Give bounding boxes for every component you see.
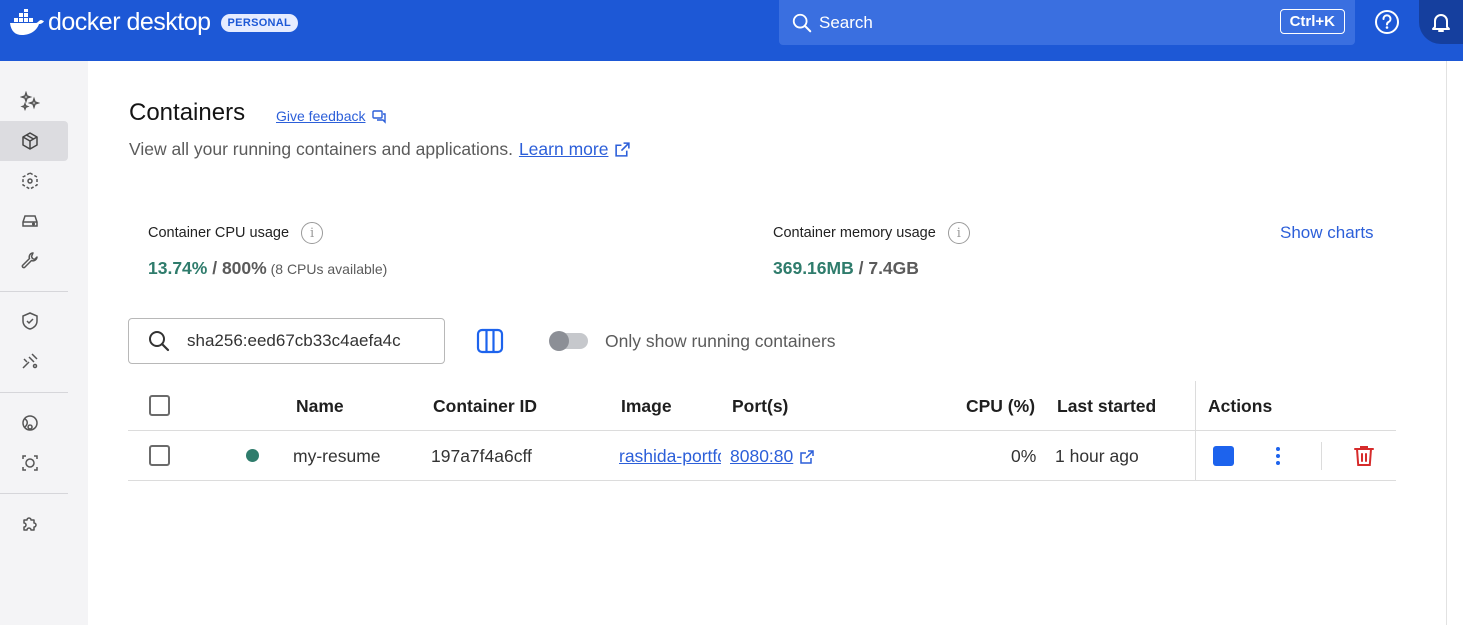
table-divider — [128, 430, 1396, 431]
search-shortcut: Ctrl+K — [1279, 9, 1345, 34]
scan-icon — [22, 455, 38, 471]
running-only-toggle[interactable] — [549, 331, 588, 351]
memory-total: / 7.4GB — [853, 258, 919, 278]
learn-more-link[interactable]: Learn more — [519, 139, 609, 160]
shield-icon — [22, 312, 38, 330]
sidebar-item-extensions[interactable] — [0, 504, 68, 544]
column-header-image[interactable]: Image — [621, 396, 672, 417]
sidebar-item-volumes[interactable] — [0, 201, 68, 241]
help-icon[interactable] — [1373, 8, 1401, 36]
brand-name: docker desktop — [48, 8, 211, 36]
feedback-icon — [371, 110, 386, 124]
row-checkbox[interactable] — [149, 445, 170, 466]
give-feedback-link[interactable]: Give feedback — [276, 108, 387, 124]
cpu-usage-label: Container CPU usage i — [148, 222, 324, 244]
search-input[interactable] — [187, 331, 417, 351]
column-header-actions: Actions — [1208, 396, 1273, 416]
sidebar — [0, 61, 88, 625]
content-border — [1446, 61, 1447, 625]
external-link-icon — [800, 449, 815, 464]
page-subtitle: View all your running containers and app… — [129, 139, 631, 160]
memory-usage-value: 369.16MB / 7.4GB — [773, 258, 919, 279]
container-id: 197a7f4a6cff — [431, 446, 532, 466]
actions-divider — [1321, 442, 1322, 470]
search-icon — [792, 13, 812, 32]
puzzle-icon — [23, 517, 37, 531]
column-header-last-started[interactable]: Last started — [1057, 396, 1156, 417]
columns-icon[interactable] — [476, 327, 504, 355]
column-header-ports[interactable]: Port(s) — [732, 396, 788, 417]
running-status-icon — [246, 449, 259, 462]
wrench-icon — [21, 252, 38, 269]
global-search[interactable]: Search Ctrl+K — [779, 0, 1355, 45]
show-charts-button[interactable]: Show charts — [1280, 223, 1374, 243]
memory-usage-title: Container memory usage — [773, 225, 936, 241]
info-icon[interactable]: i — [301, 222, 324, 244]
port-link[interactable]: 8080:80 — [730, 446, 815, 467]
select-all-checkbox[interactable] — [149, 395, 170, 416]
last-started: 1 hour ago — [1055, 446, 1139, 466]
sidebar-item-ask-gordon[interactable] — [0, 81, 68, 121]
sidebar-divider — [0, 291, 68, 292]
search-label: Search — [819, 12, 873, 32]
table-divider — [128, 480, 1396, 481]
sidebar-item-builds[interactable] — [0, 241, 68, 281]
column-header-container-id[interactable]: Container ID — [433, 396, 537, 417]
hub-icon — [22, 415, 38, 431]
image-link[interactable]: rashida-portfolio — [619, 446, 721, 467]
sidebar-item-images[interactable] — [0, 161, 68, 201]
sparkle-icon — [20, 91, 40, 111]
container-search[interactable] — [128, 318, 445, 364]
delete-icon[interactable] — [1353, 444, 1375, 468]
running-only-label: Only show running containers — [605, 331, 836, 351]
cube-icon — [22, 132, 38, 150]
notifications-button[interactable] — [1419, 0, 1463, 44]
sidebar-item-containers[interactable] — [0, 121, 68, 161]
cpu-value: 0% — [1011, 446, 1037, 466]
bell-icon — [1432, 14, 1450, 32]
drive-icon — [22, 215, 38, 227]
sidebar-item-docker-scout[interactable] — [0, 301, 68, 341]
cpu-usage-value: 13.74% / 800% (8 CPUs available) — [148, 258, 387, 279]
image-layers-icon — [22, 172, 38, 190]
page-title: Containers — [129, 99, 246, 126]
column-header-cpu[interactable]: CPU (%) — [966, 396, 1035, 417]
sidebar-divider — [0, 493, 68, 494]
give-feedback-label: Give feedback — [276, 108, 366, 124]
stop-button[interactable] — [1213, 446, 1234, 466]
cpu-total: / 800% — [207, 258, 267, 278]
docker-logo[interactable]: docker desktop PERSONAL — [8, 8, 299, 37]
column-header-name[interactable]: Name — [296, 396, 344, 417]
more-options-icon[interactable] — [1268, 444, 1288, 468]
sidebar-divider — [0, 392, 68, 393]
sidebar-item-scout[interactable] — [0, 443, 68, 483]
top-bar: docker desktop PERSONAL Search Ctrl+K — [0, 0, 1463, 61]
toggle-knob — [549, 331, 569, 351]
plan-badge: PERSONAL — [220, 13, 299, 32]
subtitle-text: View all your running containers and app… — [129, 139, 513, 159]
port-label: 8080:80 — [730, 446, 794, 466]
info-icon[interactable]: i — [947, 222, 970, 244]
external-link-icon — [615, 142, 631, 157]
cpu-note: (8 CPUs available) — [266, 261, 388, 277]
memory-used: 369.16MB — [773, 258, 854, 278]
container-name[interactable]: my-resume — [293, 446, 381, 467]
sidebar-item-models[interactable] — [0, 341, 68, 381]
model-icon — [22, 353, 38, 369]
cpu-used: 13.74% — [148, 258, 208, 278]
docker-logo-icon — [10, 8, 44, 35]
cpu-usage-title: Container CPU usage — [148, 225, 290, 241]
sidebar-item-docker-hub[interactable] — [0, 403, 68, 443]
search-icon — [149, 331, 170, 352]
memory-usage-label: Container memory usage i — [773, 222, 970, 244]
actions-column-divider — [1195, 381, 1196, 481]
